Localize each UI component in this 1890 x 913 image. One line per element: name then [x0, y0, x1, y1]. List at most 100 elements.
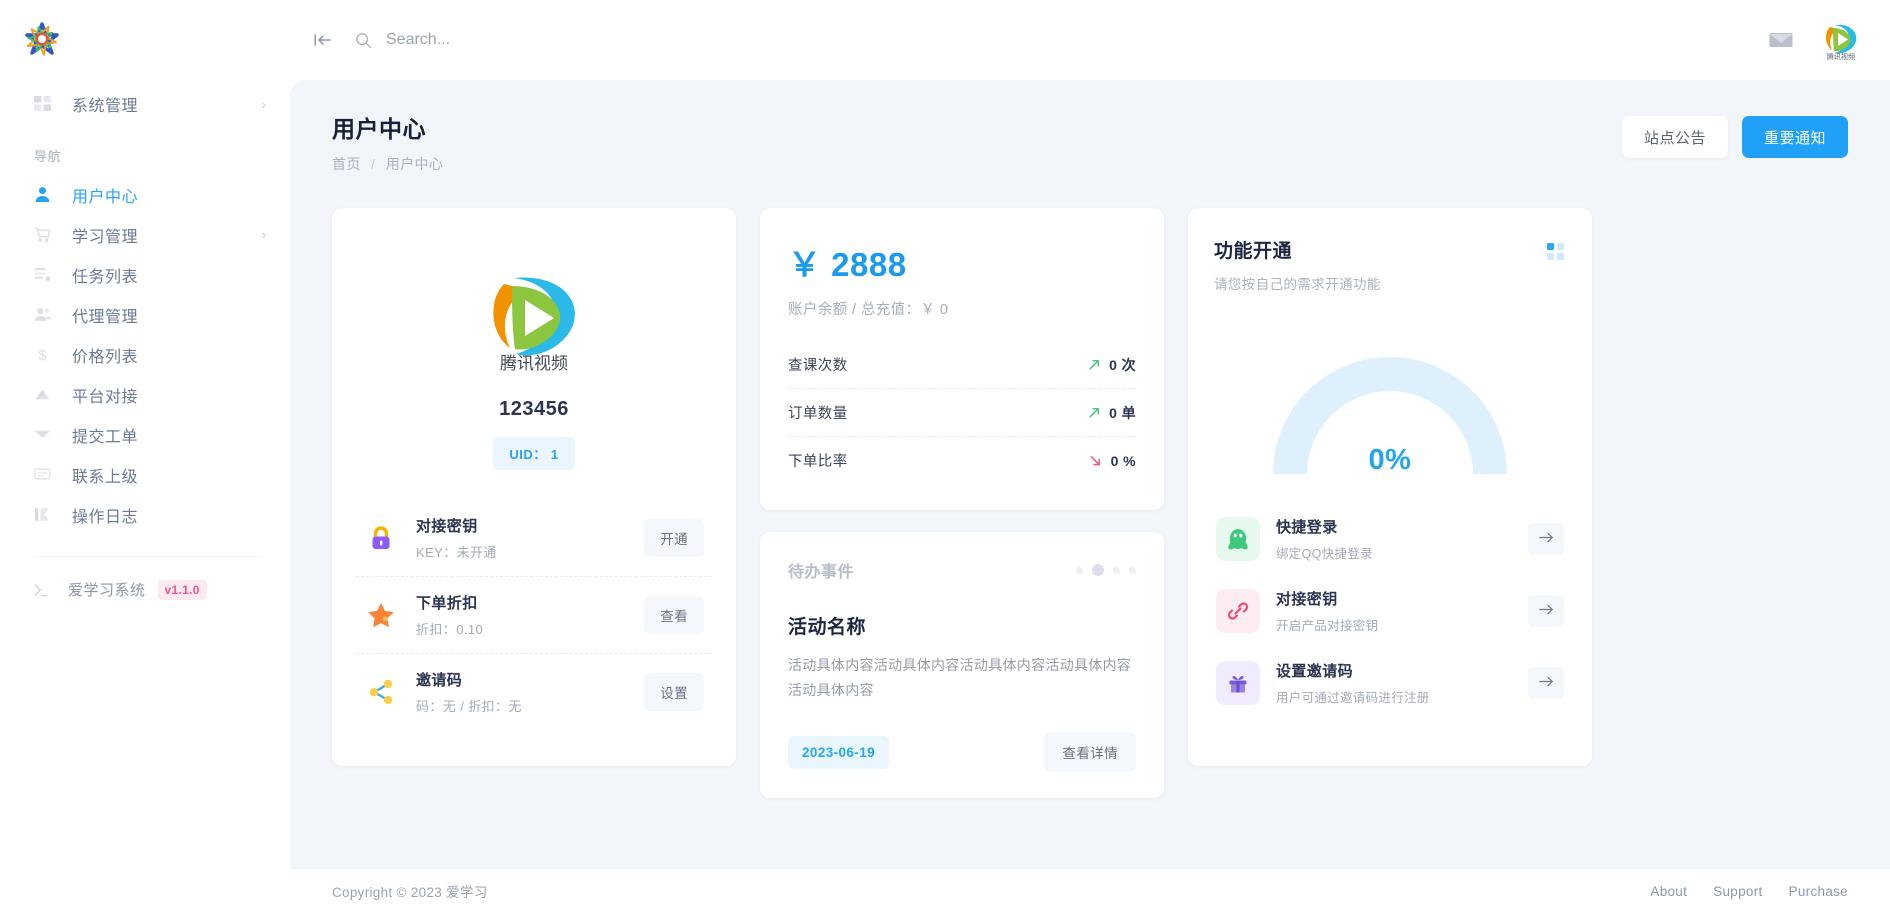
- tencent-video-avatar[interactable]: 腾讯视频: [1820, 19, 1862, 61]
- main-area: 腾讯视频 用户中心 首页 / 用户中心 站点公告 重要通知: [290, 0, 1890, 913]
- stat-value: 0 单: [1109, 404, 1136, 421]
- sidebar-item-agent-management[interactable]: 代理管理: [0, 295, 290, 334]
- event-description: 活动具体内容活动具体内容活动具体内容活动具体内容活动具体内容: [788, 657, 1132, 698]
- footer-link-support[interactable]: Support: [1713, 884, 1762, 899]
- important-notice-button[interactable]: 重要通知: [1741, 116, 1848, 158]
- carousel-dot[interactable]: [1113, 566, 1120, 574]
- sidebar-item-label: 价格列表: [72, 348, 139, 366]
- lock-icon: [364, 521, 398, 555]
- stat-label: 查课次数: [788, 358, 848, 374]
- feature-row-sub: 用户可通过邀请码进行注册: [1276, 691, 1430, 705]
- logo-container[interactable]: [0, 0, 290, 78]
- link-icon: [1216, 589, 1260, 633]
- sidebar-item-user-center[interactable]: 用户中心: [0, 175, 290, 214]
- arrow-right-icon: [1538, 531, 1554, 547]
- qq-penguin-icon: [1216, 517, 1260, 561]
- sidebar-item-label: 系统管理: [72, 98, 139, 115]
- envelope-icon[interactable]: [1768, 27, 1794, 53]
- profile-row-list: 对接密钥 KEY：未开通 开通 下单折扣 折扣：0.10 查看 邀请码 码：无 …: [356, 500, 712, 730]
- sidebar-item-submit-ticket[interactable]: 提交工单: [0, 415, 290, 454]
- docking-key-arrow-button[interactable]: [1528, 595, 1564, 627]
- down-arrow-icon: [1089, 454, 1103, 468]
- sidebar-item-platform-docking[interactable]: 平台对接: [0, 375, 290, 414]
- event-footer: 2023-06-19 查看详情: [788, 732, 1136, 772]
- view-event-details-button[interactable]: 查看详情: [1044, 732, 1136, 772]
- collapse-left-icon[interactable]: [310, 27, 336, 53]
- stat-label: 订单数量: [788, 406, 848, 422]
- sidebar-item-label: 联系上级: [72, 468, 139, 486]
- quick-login-arrow-button[interactable]: [1528, 523, 1564, 555]
- feature-row-text: 对接密钥 开启产品对接密钥: [1276, 588, 1378, 634]
- sidebar-item-label: 代理管理: [72, 308, 139, 326]
- feature-row[interactable]: 快捷登录 绑定QQ快捷登录: [1214, 503, 1566, 575]
- cart-icon: [34, 226, 56, 243]
- feature-row[interactable]: 对接密钥 开启产品对接密钥: [1214, 575, 1566, 647]
- balance-stat-row: 查课次数 0 次: [788, 341, 1136, 388]
- sidebar-item-label: 操作日志: [72, 508, 139, 526]
- sidebar-item-task-list[interactable]: 任务列表: [0, 255, 290, 294]
- feature-row-sub: 绑定QQ快捷登录: [1276, 547, 1373, 561]
- profile-row: 邀请码 码：无 / 折扣：无 设置: [356, 653, 712, 730]
- breadcrumb-separator: /: [371, 156, 376, 172]
- sidebar-item-study-management[interactable]: 学习管理 ›: [0, 215, 290, 254]
- share-icon: [364, 675, 398, 709]
- search-input[interactable]: [386, 31, 686, 49]
- sidebar-item-label: 平台对接: [72, 388, 139, 406]
- balance-stat-row: 订单数量 0 单: [788, 388, 1136, 436]
- profile-row-sub: KEY：未开通: [416, 545, 497, 560]
- profile-row-sub: 折扣：0.10: [416, 622, 484, 637]
- events-header-title: 待办事件: [788, 564, 855, 581]
- carousel-dot[interactable]: [1076, 566, 1083, 574]
- sidebar-footer[interactable]: 爱学习系统 v1.1.0: [0, 579, 290, 600]
- features-header-text: 功能开通 请您按自己的需求开通功能: [1214, 236, 1381, 293]
- carousel-dot[interactable]: [1129, 566, 1136, 574]
- page-footer: Copyright © 2023 爱学习 About Support Purch…: [290, 868, 1890, 913]
- sidebar: 系统管理 › 导航 用户中心 学习管理 › 任务列表 代理管理 $ 价格列表 平…: [0, 0, 290, 913]
- balance-stat-row: 下单比率 0 %: [788, 436, 1136, 484]
- breadcrumb-root[interactable]: 首页: [332, 156, 361, 172]
- search-container[interactable]: [352, 29, 686, 51]
- sidebar-item-price-list[interactable]: $ 价格列表: [0, 335, 290, 374]
- sidebar-item-operation-log[interactable]: 操作日志: [0, 495, 290, 534]
- activate-key-button[interactable]: 开通: [644, 519, 704, 557]
- features-title: 功能开通: [1214, 241, 1293, 262]
- arrow-right-icon: [1538, 603, 1554, 619]
- profile-row-text: 对接密钥 KEY：未开通: [416, 515, 497, 561]
- set-invite-code-button[interactable]: 设置: [644, 673, 704, 711]
- footer-link-purchase[interactable]: Purchase: [1789, 884, 1848, 899]
- sidebar-item-contact-superior[interactable]: 联系上级: [0, 455, 290, 494]
- user-icon: [34, 186, 56, 203]
- footer-link-about[interactable]: About: [1650, 884, 1687, 899]
- search-icon: [352, 29, 374, 51]
- svg-text:腾讯视频: 腾讯视频: [500, 354, 568, 373]
- site-announcement-button[interactable]: 站点公告: [1621, 116, 1728, 158]
- topbar: 腾讯视频: [290, 0, 1890, 80]
- tasklist-icon: [34, 266, 56, 283]
- feature-row-sub: 开启产品对接密钥: [1276, 619, 1379, 633]
- feature-row[interactable]: 设置邀请码 用户可通过邀请码进行注册: [1214, 647, 1566, 719]
- stat-value-group: 0 次: [1087, 355, 1136, 375]
- users-icon: [34, 306, 56, 323]
- terminal-icon: [32, 581, 54, 599]
- grid-icon: [34, 95, 56, 113]
- profile-row-title: 下单折扣: [416, 595, 478, 612]
- profile-row: 下单折扣 折扣：0.10 查看: [356, 576, 712, 653]
- sidebar-footer-label: 爱学习系统: [68, 582, 146, 599]
- chevron-right-icon: ›: [261, 96, 266, 112]
- view-discount-button[interactable]: 查看: [644, 596, 704, 634]
- dollar-icon: $: [34, 346, 56, 363]
- arrow-right-icon: [1538, 675, 1554, 691]
- invite-code-arrow-button[interactable]: [1528, 667, 1564, 699]
- column-balance: ￥ 2888 账户余额 / 总充值：￥ 0 查课次数 0 次 订单数量 0 单 …: [760, 208, 1164, 798]
- chart-bar-icon: [34, 506, 56, 523]
- grid-squares-icon[interactable]: [1546, 242, 1566, 262]
- sidebar-item-label: 学习管理: [72, 228, 139, 246]
- sidebar-item-system-management[interactable]: 系统管理 ›: [0, 84, 290, 124]
- stat-label: 下单比率: [788, 454, 848, 470]
- uid-badge: UID： 1: [493, 437, 575, 470]
- features-header: 功能开通 请您按自己的需求开通功能: [1214, 236, 1566, 293]
- page-header-text: 用户中心 首页 / 用户中心: [332, 110, 443, 174]
- carousel-dot-active[interactable]: [1092, 564, 1104, 576]
- profile-row-text: 邀请码 码：无 / 折扣：无: [416, 669, 522, 715]
- features-subtitle: 请您按自己的需求开通功能: [1214, 277, 1381, 292]
